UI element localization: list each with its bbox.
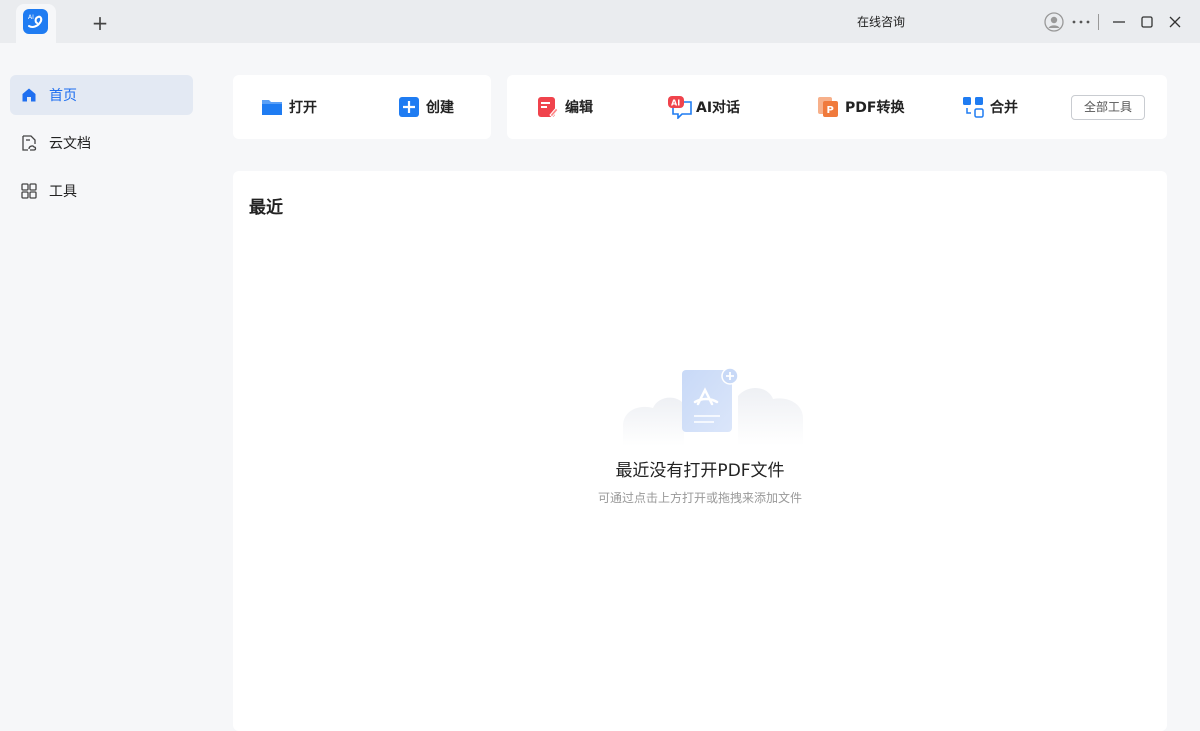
- pdf-convert-label: PDF转换: [845, 100, 905, 116]
- pdf-convert-tool-button[interactable]: P PDF转换: [817, 75, 904, 139]
- edit-tool-button[interactable]: 编辑: [537, 75, 593, 139]
- all-tools-button[interactable]: 全部工具: [1071, 95, 1145, 120]
- pdf-convert-icon: P: [818, 97, 838, 117]
- maximize-icon[interactable]: [1136, 11, 1158, 33]
- folder-icon: [262, 100, 282, 115]
- user-avatar-icon[interactable]: [1043, 11, 1065, 33]
- svg-text:AI: AI: [671, 99, 680, 108]
- minimize-icon[interactable]: [1108, 11, 1130, 33]
- create-button[interactable]: 创建: [398, 75, 454, 139]
- edit-label: 编辑: [565, 100, 593, 116]
- sidebar-item-tools[interactable]: 工具: [10, 171, 193, 211]
- tools-card: 编辑 AI AI对话 P PDF转换 合并 全部工具: [507, 75, 1167, 139]
- title-divider: [1098, 14, 1099, 30]
- merge-label: 合并: [990, 100, 1018, 116]
- home-icon: [22, 88, 36, 102]
- cloud-doc-icon: [22, 135, 37, 151]
- edit-doc-icon: [538, 97, 559, 118]
- ai-chat-label: AI对话: [696, 100, 741, 116]
- svg-text:P: P: [827, 105, 834, 116]
- recent-panel: 最近 最近没有打开PDF文件 可通过点击上方打开或拖拽来添加文件: [233, 171, 1167, 731]
- open-label: 打开: [289, 100, 317, 116]
- create-label: 创建: [426, 100, 454, 116]
- merge-tool-button[interactable]: 合并: [962, 75, 1018, 139]
- empty-state-title: 最近没有打开PDF文件: [615, 461, 785, 481]
- sidebar-item-home[interactable]: 首页: [10, 75, 193, 115]
- close-icon[interactable]: [1164, 11, 1186, 33]
- quick-actions-card: 打开 创建: [233, 75, 491, 139]
- online-consult-link[interactable]: 在线咨询: [845, 13, 917, 31]
- empty-state-hint: 可通过点击上方打开或拖拽来添加文件: [597, 491, 802, 505]
- sidebar-item-label: 云文档: [49, 136, 91, 152]
- grid-icon: [21, 183, 37, 199]
- more-icon[interactable]: [1070, 11, 1092, 33]
- sidebar-item-cloud-docs[interactable]: 云文档: [10, 123, 193, 163]
- home-tab[interactable]: AI: [16, 4, 56, 43]
- merge-icon: [963, 97, 984, 118]
- new-tab-button[interactable]: +: [90, 12, 110, 34]
- recent-title: 最近: [249, 198, 283, 218]
- sidebar-item-label: 工具: [49, 184, 77, 200]
- svg-text:AI: AI: [28, 14, 34, 21]
- ai-chat-icon: AI: [668, 96, 692, 119]
- app-logo-icon: AI: [23, 9, 48, 34]
- open-button[interactable]: 打开: [261, 75, 317, 139]
- title-bar: AI + 在线咨询: [0, 0, 1200, 43]
- ai-chat-tool-button[interactable]: AI AI对话: [667, 75, 740, 139]
- sidebar-item-label: 首页: [49, 88, 77, 104]
- empty-pdf-illustration-icon: [623, 367, 803, 446]
- plus-square-icon: [399, 97, 419, 117]
- sidebar: 首页 云文档 工具: [0, 43, 201, 720]
